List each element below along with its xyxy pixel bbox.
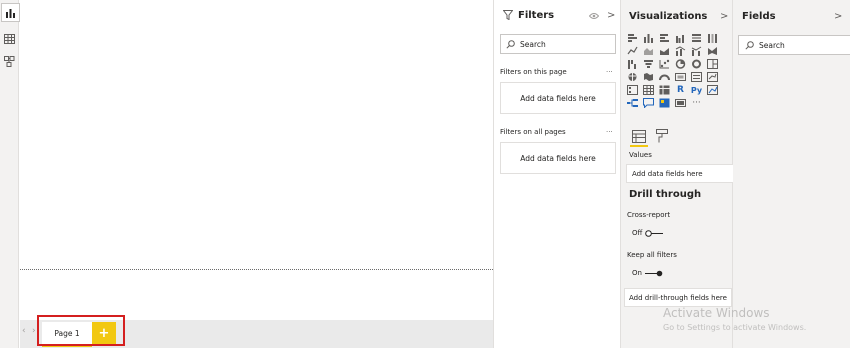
prev-page-arrow-icon[interactable]: ‹ [22,326,26,336]
line-and-column-chart-icon[interactable] [675,46,686,56]
model-diagram-icon [4,56,15,67]
paint-roller-icon[interactable] [656,129,668,143]
filter-funnel-icon [503,10,513,20]
toggle-on-icon [644,270,663,276]
filters-on-all-pages-label: Filters on all pages [500,128,566,136]
view-switcher-rail [0,0,20,348]
values-dropzone[interactable]: Add data fields here [626,164,737,183]
map-icon[interactable] [627,72,638,82]
visualizations-pane: Visualizations > R Py ··· Values Add dat… [621,0,737,348]
more-visuals-label: ··· [692,98,701,108]
qna-visual-icon[interactable] [643,98,654,108]
clustered-column-chart-icon[interactable] [675,33,686,43]
highlight-box [37,315,125,346]
r-script-visual-icon[interactable]: R [675,85,686,95]
data-view-button[interactable] [1,30,18,47]
activate-windows-hint: Go to Settings to activate Windows. [663,323,807,332]
py-label: Py [690,85,703,95]
filled-map-icon[interactable] [643,72,654,82]
slicer-icon[interactable] [627,85,638,95]
stacked-area-chart-icon[interactable] [659,46,670,56]
treemap-icon[interactable] [707,59,718,69]
eye-icon[interactable] [589,12,599,20]
table-icon[interactable] [643,85,654,95]
filters-on-this-page-dropzone[interactable]: Add data fields here [500,82,616,114]
cross-report-toggle[interactable]: Off [632,229,664,237]
keep-all-filters-toggle[interactable]: On [632,269,663,277]
next-page-arrow-icon[interactable]: › [32,326,36,336]
ribbon-chart-icon[interactable] [707,46,718,56]
collapse-filters-arrow-icon[interactable]: > [607,10,615,21]
r-label: R [677,85,684,95]
toggle-off-icon [645,229,664,237]
pie-chart-icon[interactable] [675,59,686,69]
keep-all-filters-state: On [632,269,642,277]
100-percent-bar-chart-icon[interactable] [691,33,702,43]
filters-title: Filters [518,10,555,21]
line-and-clustered-column-icon[interactable] [691,46,702,56]
cross-report-label: Cross-report [627,211,671,219]
fields-pane: Fields > Search [733,0,850,348]
kpi-icon[interactable] [707,72,718,82]
filters-on-all-pages-dropzone[interactable]: Add data fields here [500,142,616,174]
gauge-icon[interactable] [659,72,670,82]
filters-on-this-page-label: Filters on this page [500,68,567,76]
collapse-visualizations-arrow-icon[interactable]: > [720,11,728,22]
scatter-chart-icon[interactable] [659,59,670,69]
card-icon[interactable] [675,72,686,82]
clustered-bar-chart-icon[interactable] [659,33,670,43]
report-view-button[interactable] [1,3,20,22]
activate-windows-watermark: Activate Windows [663,306,770,320]
visualizations-title: Visualizations [629,11,708,22]
canvas-page-boundary [20,269,493,270]
100-percent-column-chart-icon[interactable] [707,33,718,43]
more-options-icon[interactable]: ... [606,66,613,74]
decomposition-tree-icon[interactable] [627,98,638,108]
drill-through-title: Drill through [629,189,702,200]
filters-search-input[interactable]: Search [500,34,616,54]
more-visuals-icon[interactable]: ··· [691,98,702,108]
report-canvas[interactable] [20,0,493,320]
matrix-icon[interactable] [659,85,670,95]
paginated-report-icon[interactable] [675,98,686,108]
donut-chart-icon[interactable] [691,59,702,69]
table-grid-icon [4,33,15,44]
fields-search-placeholder: Search [759,40,785,50]
cross-report-state: Off [632,229,643,237]
key-influencers-icon[interactable] [707,85,718,95]
fields-search-input[interactable]: Search [738,35,850,55]
smart-narrative-icon[interactable] [659,98,670,108]
search-icon [745,40,754,50]
values-label: Values [629,151,652,159]
model-view-button[interactable] [1,53,18,70]
drill-through-dropzone[interactable]: Add drill-through fields here [624,288,732,307]
bar-chart-icon [6,8,15,18]
search-icon [506,39,515,49]
multi-row-card-icon[interactable] [691,72,702,82]
visual-type-gallery: R Py ··· [627,33,720,110]
area-chart-icon[interactable] [643,46,654,56]
more-options-icon[interactable]: ... [606,126,613,134]
keep-all-filters-label: Keep all filters [627,251,677,259]
waterfall-chart-icon[interactable] [627,59,638,69]
fields-title: Fields [742,11,776,22]
stacked-bar-chart-icon[interactable] [627,33,638,43]
collapse-fields-arrow-icon[interactable]: > [834,11,842,22]
filters-pane: Filters > Search Filters on this page ..… [493,0,621,348]
funnel-chart-icon[interactable] [643,59,654,69]
filters-search-placeholder: Search [520,39,546,49]
fields-well-icon[interactable] [632,130,646,143]
python-visual-icon[interactable]: Py [691,85,702,95]
line-chart-icon[interactable] [627,46,638,56]
fields-tab-underline [630,145,648,147]
stacked-column-chart-icon[interactable] [643,33,654,43]
